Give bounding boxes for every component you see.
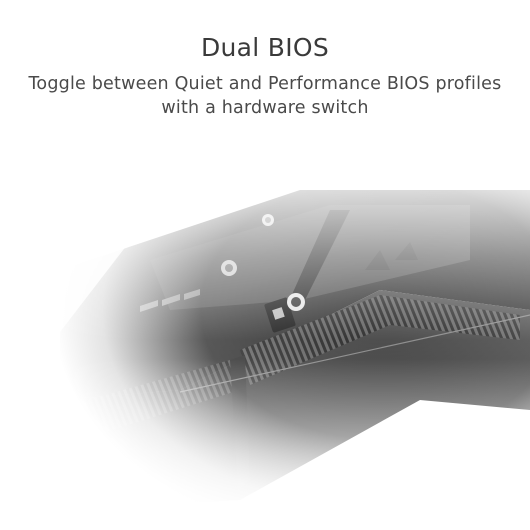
feature-title: Dual BIOS bbox=[200, 33, 330, 62]
feature-subtitle-line-1: Toggle between Quiet and Performance BIO… bbox=[28, 74, 502, 94]
feature-subtitle: Toggle between Quiet and Performance BIO… bbox=[0, 72, 530, 120]
graphics-card-image bbox=[0, 150, 530, 530]
feature-subtitle-line-2: with a hardware switch bbox=[161, 98, 369, 118]
feature-panel: Dual BIOS Toggle between Quiet and Perfo… bbox=[0, 0, 530, 530]
